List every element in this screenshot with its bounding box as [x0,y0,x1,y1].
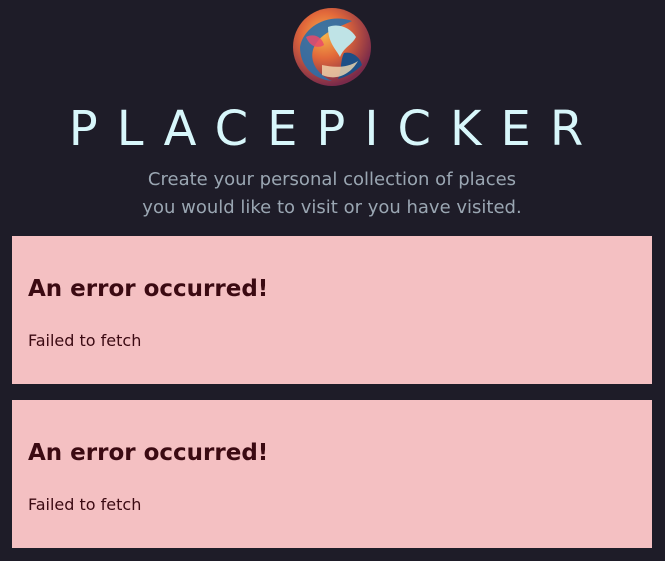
error-title: An error occurred! [28,276,269,302]
error-message: Failed to fetch [28,331,142,350]
page-title: PLACEPICKER [68,101,603,157]
error-message: Failed to fetch [28,495,142,514]
error-title: An error occurred! [28,440,269,466]
page-header: PLACEPICKER Create your personal collect… [0,0,665,236]
page-subtitle: Create your personal collection of place… [142,169,522,218]
globe-logo-icon [293,8,371,86]
error-panel: An error occurred! Failed to fetch [12,400,652,548]
error-panel: An error occurred! Failed to fetch [12,236,652,384]
